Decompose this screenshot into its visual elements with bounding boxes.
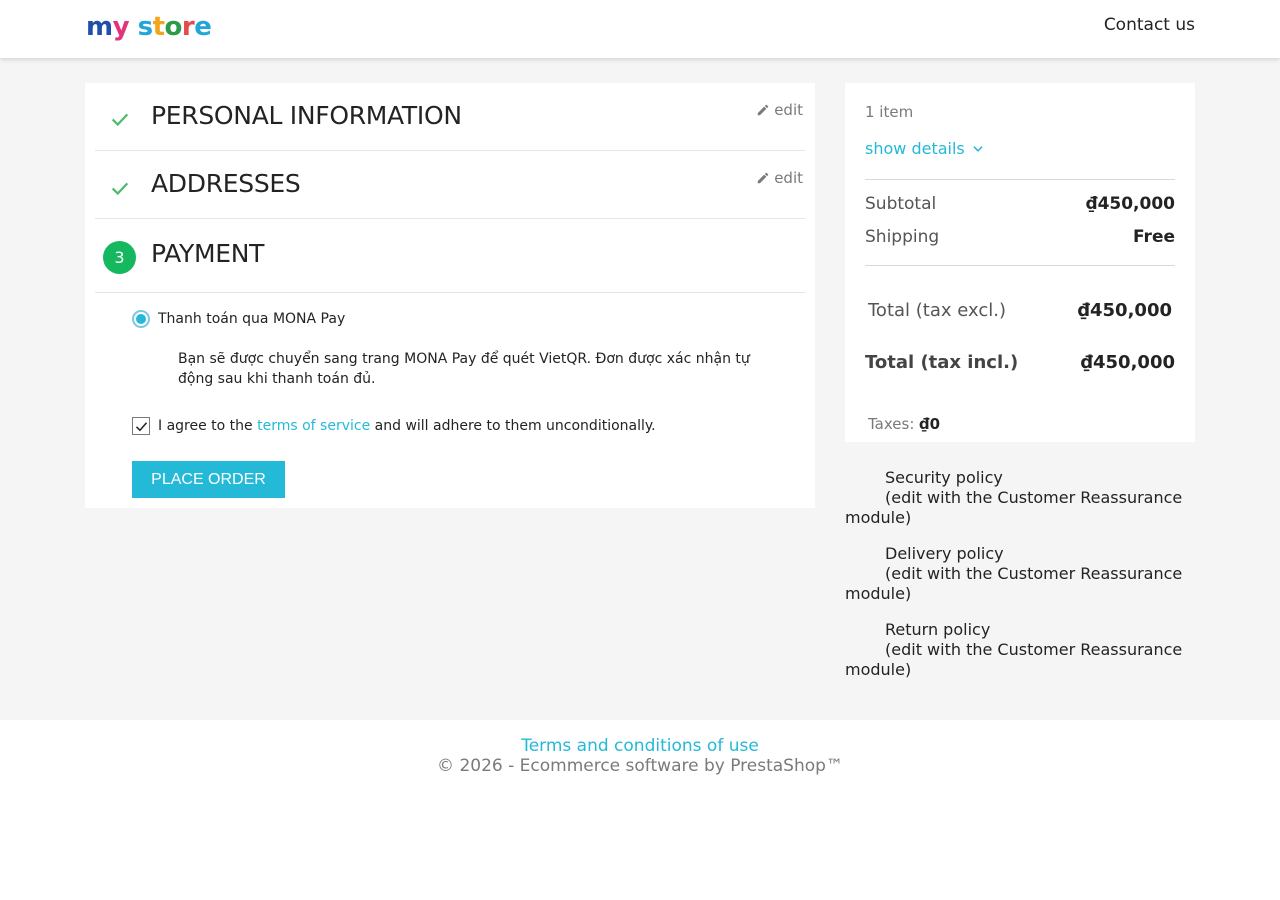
shipping-row: Shipping Free <box>865 227 1175 247</box>
divider <box>865 179 1175 180</box>
main-content: PERSONAL INFORMATION edit ADDRESSES edit… <box>0 58 1280 720</box>
cart-summary: 1 item show details Subtotal ₫450,000 Sh… <box>845 83 1195 442</box>
shipping-value: Free <box>1133 227 1175 247</box>
checkout-steps: PERSONAL INFORMATION edit ADDRESSES edit… <box>85 83 815 508</box>
terms-of-service-link[interactable]: terms of service <box>257 418 370 434</box>
edit-label: edit <box>774 169 803 187</box>
reassurance-title: Return policy <box>885 620 991 639</box>
logo-letter: y <box>112 12 130 42</box>
agree-suffix: and will adhere to them unconditionally. <box>374 418 656 434</box>
step-number-badge: 3 <box>103 241 136 274</box>
items-count: 1 item <box>865 103 914 121</box>
total-incl-row: Total (tax incl.) ₫450,000 <box>865 352 1175 373</box>
subtotal-row: Subtotal ₫450,000 <box>865 194 1175 214</box>
site-header: my store Contact us <box>0 0 1280 58</box>
show-details-toggle[interactable]: show details <box>865 139 985 158</box>
step-title: ADDRESSES <box>151 169 301 198</box>
shipping-label: Shipping <box>865 227 940 247</box>
edit-label: edit <box>774 101 803 119</box>
total-excl-value: ₫450,000 <box>1077 300 1172 321</box>
contact-us-link[interactable]: Contact us <box>1104 14 1195 36</box>
edit-personal-button[interactable]: edit <box>756 101 803 119</box>
reassurance-return: Return policy (edit with the Customer Re… <box>845 620 1195 680</box>
subtotal-label: Subtotal <box>865 194 937 214</box>
reassurance-title: Delivery policy <box>885 544 1004 563</box>
divider <box>865 265 1175 266</box>
reassurance-desc: (edit with the Customer Reassurance modu… <box>845 564 1183 603</box>
reassurance-security: Security policy (edit with the Customer … <box>845 468 1195 528</box>
payment-option-mona-pay[interactable]: Thanh toán qua MONA Pay <box>132 310 345 328</box>
terms-conditions-link[interactable]: Terms and conditions of use <box>0 736 1280 756</box>
taxes-label: Taxes: <box>868 415 915 433</box>
checkmark-icon <box>135 422 148 432</box>
edit-addresses-button[interactable]: edit <box>756 169 803 187</box>
store-logo[interactable]: my store <box>86 10 212 44</box>
place-order-button[interactable]: PLACE ORDER <box>132 461 285 498</box>
step-personal-information[interactable]: PERSONAL INFORMATION edit <box>95 83 805 151</box>
logo-letter: o <box>164 12 183 42</box>
total-incl-value: ₫450,000 <box>1080 352 1175 373</box>
site-footer: Terms and conditions of use © 2026 - Eco… <box>0 720 1280 900</box>
payment-option-label: Thanh toán qua MONA Pay <box>158 311 346 327</box>
agree-text: I agree to the terms of service and will… <box>158 418 656 434</box>
reassurance-desc: (edit with the Customer Reassurance modu… <box>845 640 1183 679</box>
check-icon <box>111 113 129 127</box>
logo-letter: m <box>86 12 113 42</box>
payment-radio[interactable] <box>132 310 150 328</box>
step-payment: 3 PAYMENT <box>95 219 805 293</box>
subtotal-value: ₫450,000 <box>1085 194 1175 214</box>
total-excl-label: Total (tax excl.) <box>868 300 1006 321</box>
payment-option-description: Bạn sẽ được chuyển sang trang MONA Pay đ… <box>178 351 750 387</box>
chevron-down-icon <box>973 145 983 152</box>
pencil-icon <box>757 104 769 116</box>
taxes-value: ₫0 <box>919 415 941 433</box>
logo-letter: r <box>181 12 195 42</box>
taxes-line: Taxes: ₫0 <box>868 415 940 433</box>
logo-letter: e <box>194 12 212 42</box>
show-details-label: show details <box>865 139 965 158</box>
reassurance-desc: (edit with the Customer Reassurance modu… <box>845 488 1183 527</box>
logo-letter: t <box>152 12 165 42</box>
step-title: PAYMENT <box>151 239 265 268</box>
reassurance-delivery: Delivery policy (edit with the Customer … <box>845 544 1195 604</box>
reassurance-title: Security policy <box>885 468 1003 487</box>
pencil-icon <box>757 172 769 184</box>
step-addresses[interactable]: ADDRESSES edit <box>95 151 805 219</box>
check-icon <box>111 182 129 196</box>
agree-prefix: I agree to the <box>158 418 253 434</box>
logo-letter: s <box>129 12 153 42</box>
total-incl-label: Total (tax incl.) <box>865 352 1019 373</box>
total-excl-row: Total (tax excl.) ₫450,000 <box>868 300 1172 321</box>
step-title: PERSONAL INFORMATION <box>151 101 462 130</box>
terms-checkbox[interactable] <box>132 417 150 435</box>
copyright-text: © 2026 - Ecommerce software by PrestaSho… <box>437 756 843 776</box>
terms-agreement: I agree to the terms of service and will… <box>132 417 656 435</box>
